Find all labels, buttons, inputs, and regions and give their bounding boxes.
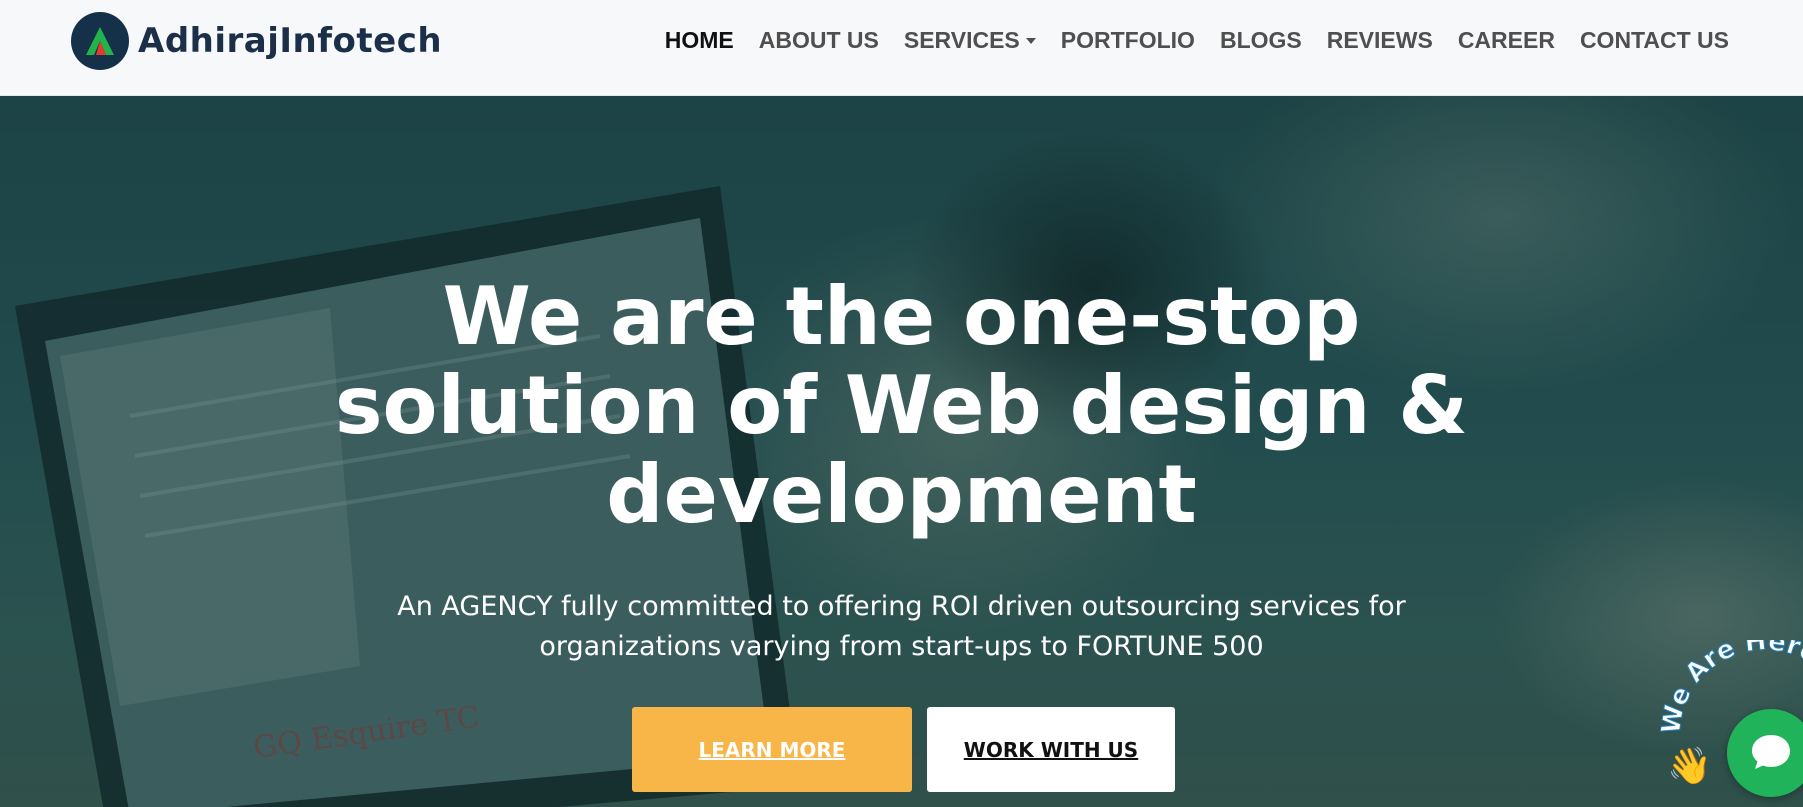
hero-title-line: development bbox=[606, 448, 1197, 541]
hero-subtitle-line: organizations varying from start-ups to … bbox=[539, 631, 1264, 662]
nav-home[interactable]: HOME bbox=[665, 27, 734, 54]
learn-more-button[interactable]: LEARN MORE bbox=[632, 707, 912, 792]
waving-hand-icon: 👋 bbox=[1667, 746, 1712, 787]
nav-contact-us[interactable]: CONTACT US bbox=[1580, 27, 1729, 54]
logo-mark-icon bbox=[71, 12, 129, 70]
hero-subtitle-line: An AGENCY fully committed to offering RO… bbox=[397, 591, 1406, 622]
nav-blogs[interactable]: BLOGS bbox=[1220, 27, 1302, 54]
nav-career[interactable]: CAREER bbox=[1458, 27, 1555, 54]
hero-title: We are the one-stop solution of Web desi… bbox=[300, 272, 1503, 539]
nav-portfolio[interactable]: PORTFOLIO bbox=[1061, 27, 1195, 54]
nav-services[interactable]: SERVICES bbox=[904, 27, 1036, 54]
nav-reviews[interactable]: REVIEWS bbox=[1327, 27, 1433, 54]
brand-logo[interactable]: AdhirajInfotech bbox=[71, 12, 442, 70]
hero-title-line: solution of Web design & bbox=[334, 359, 1469, 452]
hero-subtitle: An AGENCY fully committed to offering RO… bbox=[380, 587, 1423, 667]
work-with-us-button[interactable]: WORK WITH US bbox=[927, 707, 1175, 792]
site-header: AdhirajInfotech HOME ABOUT US SERVICES P… bbox=[0, 0, 1803, 96]
main-nav: HOME ABOUT US SERVICES PORTFOLIO BLOGS R… bbox=[640, 0, 1729, 80]
dropdown-caret-icon bbox=[1025, 38, 1036, 44]
hero-section: GQ Esquire TC We are the one-stop soluti… bbox=[0, 96, 1803, 807]
nav-services-label: SERVICES bbox=[903, 26, 1020, 53]
brand-name: AdhirajInfotech bbox=[138, 21, 443, 61]
hero-title-line: We are the one-stop bbox=[442, 270, 1361, 363]
nav-about-us[interactable]: ABOUT US bbox=[759, 27, 879, 54]
